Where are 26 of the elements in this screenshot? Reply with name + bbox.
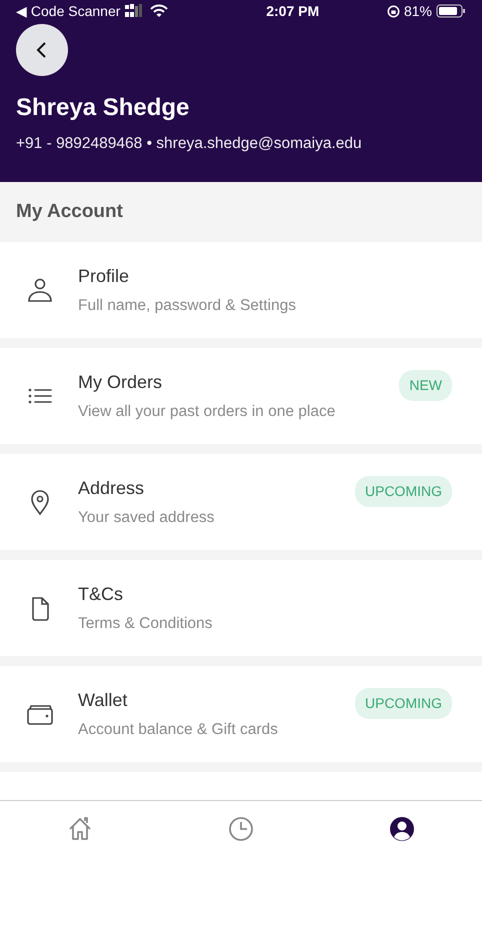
status-tag: NEW — [399, 370, 452, 400]
menu-item-subtitle: Account balance & Gift cards — [78, 720, 279, 740]
menu-item-title: My Orders — [78, 370, 164, 394]
menu-item-subtitle: Terms & Conditions — [78, 614, 214, 634]
clock-icon — [227, 815, 255, 843]
user-name: Shreya Shedge — [16, 93, 190, 123]
menu-item-subtitle: Your saved address — [78, 508, 216, 528]
clock-time: 2:07 PM — [265, 2, 320, 20]
wifi-icon — [150, 4, 168, 18]
menu-item-title: Profile — [78, 264, 130, 288]
menu-item-subtitle: View all your past orders in one place — [78, 402, 336, 422]
section-title: My Account — [0, 182, 482, 242]
status-tag: UPCOMING — [355, 688, 452, 718]
account-icon — [388, 815, 416, 843]
rotation-lock-icon — [386, 4, 400, 18]
battery-percent: 81% — [404, 2, 432, 20]
battery-icon — [436, 4, 466, 18]
menu-item-title: Address — [78, 476, 146, 500]
status-tag: UPCOMING — [355, 476, 452, 506]
menu-item-subtitle: Full name, password & Settings — [78, 296, 297, 316]
back-button[interactable] — [16, 24, 68, 76]
person-icon — [26, 276, 54, 304]
menu-item-title: T&Cs — [78, 582, 124, 606]
back-to-app-link[interactable]: ◀ Code Scanner — [16, 0, 120, 22]
contact-info: +91 - 9892489468 • shreya.shedge@somaiya.edu — [16, 134, 363, 154]
menu-item-title: Wallet — [78, 688, 128, 712]
